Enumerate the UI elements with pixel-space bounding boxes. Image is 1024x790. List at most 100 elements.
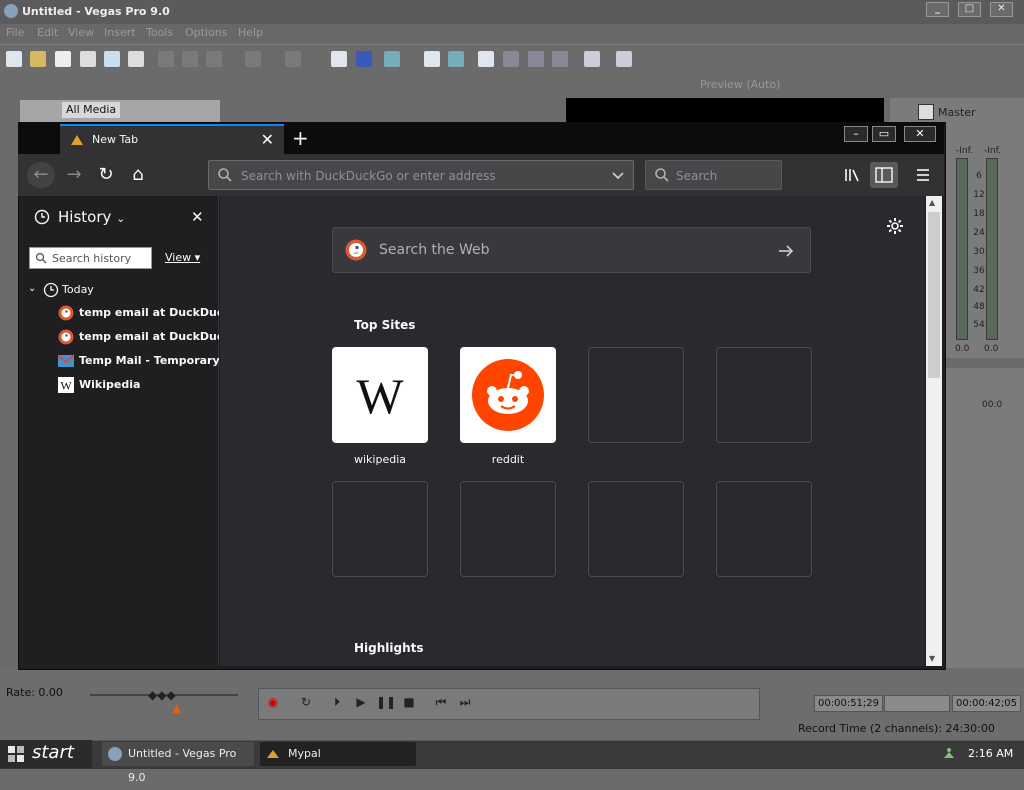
start-button[interactable]: start [0,740,92,768]
menu-edit[interactable]: Edit [37,26,58,39]
reload-button[interactable]: ↻ [92,162,120,188]
previous-frame-icon[interactable]: ⏮ [432,693,450,711]
edit-tool-icon[interactable] [528,51,544,67]
sidebar-title[interactable]: History ⌄ [58,208,125,226]
gear-icon[interactable] [886,217,904,235]
chevron-down-icon[interactable]: ⌄ [28,283,36,294]
menu-help[interactable]: Help [238,26,263,39]
top-site-empty-slot[interactable] [716,347,812,443]
chevron-down-icon: ⌄ [116,212,126,225]
save-as-icon[interactable] [80,51,96,67]
menu-hamburger-icon[interactable] [914,166,932,184]
url-bar[interactable]: Search with DuckDuckGo or enter address [208,160,634,190]
taskbar-item-mypal[interactable]: Mypal [260,742,416,766]
menu-tools[interactable]: Tools [146,26,173,39]
record-icon[interactable]: ◉ [264,693,282,711]
help-pointer-icon[interactable] [616,51,632,67]
top-site-reddit[interactable] [460,347,556,443]
menu-file[interactable]: File [6,26,24,39]
top-site-empty-slot[interactable] [588,481,684,577]
chevron-down-icon: ▾ [191,251,201,264]
web-search-box[interactable]: Search the Web [332,227,811,273]
cut-icon[interactable] [158,51,174,67]
split-icon[interactable] [552,51,568,67]
browser-close-button[interactable]: ✕ [904,126,936,142]
search-icon [217,167,233,183]
tab-close-icon[interactable]: ✕ [261,130,274,149]
copy-icon[interactable] [182,51,198,67]
scroll-down-icon[interactable]: ▼ [929,654,935,663]
render-icon[interactable] [104,51,120,67]
loop-icon[interactable]: ↻ [297,693,315,711]
media-tree-item[interactable]: All Media [62,102,121,118]
next-frame-icon[interactable]: ⏭ [456,693,474,711]
menu-view[interactable]: View [68,26,94,39]
sidebar-toggle-button[interactable] [870,162,898,188]
vegas-minimize-button[interactable]: _ [926,2,949,17]
history-item-label: Wikipedia [79,378,141,391]
history-search-input[interactable]: Search history [29,247,152,269]
view-menu-label: View [165,251,192,264]
play-icon[interactable]: ▶ [352,693,370,711]
history-item[interactable]: temp email at DuckDuck... [58,304,219,322]
open-folder-icon[interactable] [30,51,46,67]
history-item[interactable]: Temp Mail - Temporary E... [58,352,219,370]
menu-options[interactable]: Options [185,26,227,39]
top-site-empty-slot[interactable] [460,481,556,577]
top-site-empty-slot[interactable] [588,347,684,443]
brush-icon[interactable] [584,51,600,67]
top-site-empty-slot[interactable] [716,481,812,577]
chevron-down-icon[interactable] [611,168,625,182]
play-from-start-icon[interactable]: ⏵ [328,693,346,711]
view-menu-button[interactable]: View ▾ [165,251,200,264]
top-site-empty-slot[interactable] [332,481,428,577]
lock-envelope-icon[interactable] [384,51,400,67]
home-button[interactable]: ⌂ [124,162,152,188]
network-tray-icon[interactable] [942,746,956,760]
pause-icon[interactable]: ❚❚ [376,693,396,711]
menu-insert[interactable]: Insert [104,26,136,39]
history-item[interactable]: temp email at DuckDuck... [58,328,219,346]
selection-tool-icon[interactable] [478,51,494,67]
preview-quality-label[interactable]: Preview (Auto) [700,78,780,91]
snap-icon[interactable] [331,51,347,67]
redo-icon[interactable] [285,51,301,67]
meter-scale-label: 24 [973,228,985,238]
vegas-maximize-button[interactable]: □ [958,2,981,17]
master-fx-icon[interactable] [918,104,934,120]
rate-slider-handle[interactable]: ◆◆◆ [148,688,176,702]
selection-start-display [884,695,950,712]
library-icon[interactable] [843,166,861,184]
tab-favicon-icon [70,133,84,147]
sidebar-close-icon[interactable]: ✕ [191,208,204,226]
scroll-up-icon[interactable]: ▲ [929,198,935,207]
history-item[interactable]: W Wikipedia [58,376,216,394]
svg-text:W: W [356,368,404,424]
stop-icon[interactable]: ■ [400,693,418,711]
new-tab-button[interactable]: + [292,126,309,150]
scrollbar-thumb[interactable] [928,212,940,378]
arrow-right-icon[interactable] [777,242,795,260]
forward-button[interactable]: → [60,162,88,188]
save-icon[interactable] [55,51,71,67]
tab-new-tab[interactable]: New Tab ✕ [60,124,284,154]
vegas-close-button[interactable]: ✕ [990,2,1013,17]
properties-icon[interactable] [128,51,144,67]
envelope-edit-tool-icon[interactable] [448,51,464,67]
meter-left-bar [956,158,968,340]
browser-minimize-button[interactable]: – [844,126,868,142]
taskbar-item-vegas[interactable]: Untitled - Vegas Pro 9.0 [102,742,254,784]
top-site-wikipedia[interactable]: W [332,347,428,443]
back-button[interactable]: ← [27,162,55,188]
paste-icon[interactable] [206,51,222,67]
mypal-task-icon [266,748,280,760]
zoom-tool-icon[interactable] [503,51,519,67]
history-group-today[interactable]: Today [62,283,94,296]
envelope-icon[interactable] [356,51,372,67]
browser-maximize-button[interactable]: ▭ [872,126,896,142]
search-bar[interactable]: Search [645,160,782,190]
normal-edit-tool-icon[interactable] [424,51,440,67]
taskbar-item-label: Untitled - Vegas Pro 9.0 [128,747,237,784]
new-file-icon[interactable] [6,51,22,67]
undo-icon[interactable] [245,51,261,67]
